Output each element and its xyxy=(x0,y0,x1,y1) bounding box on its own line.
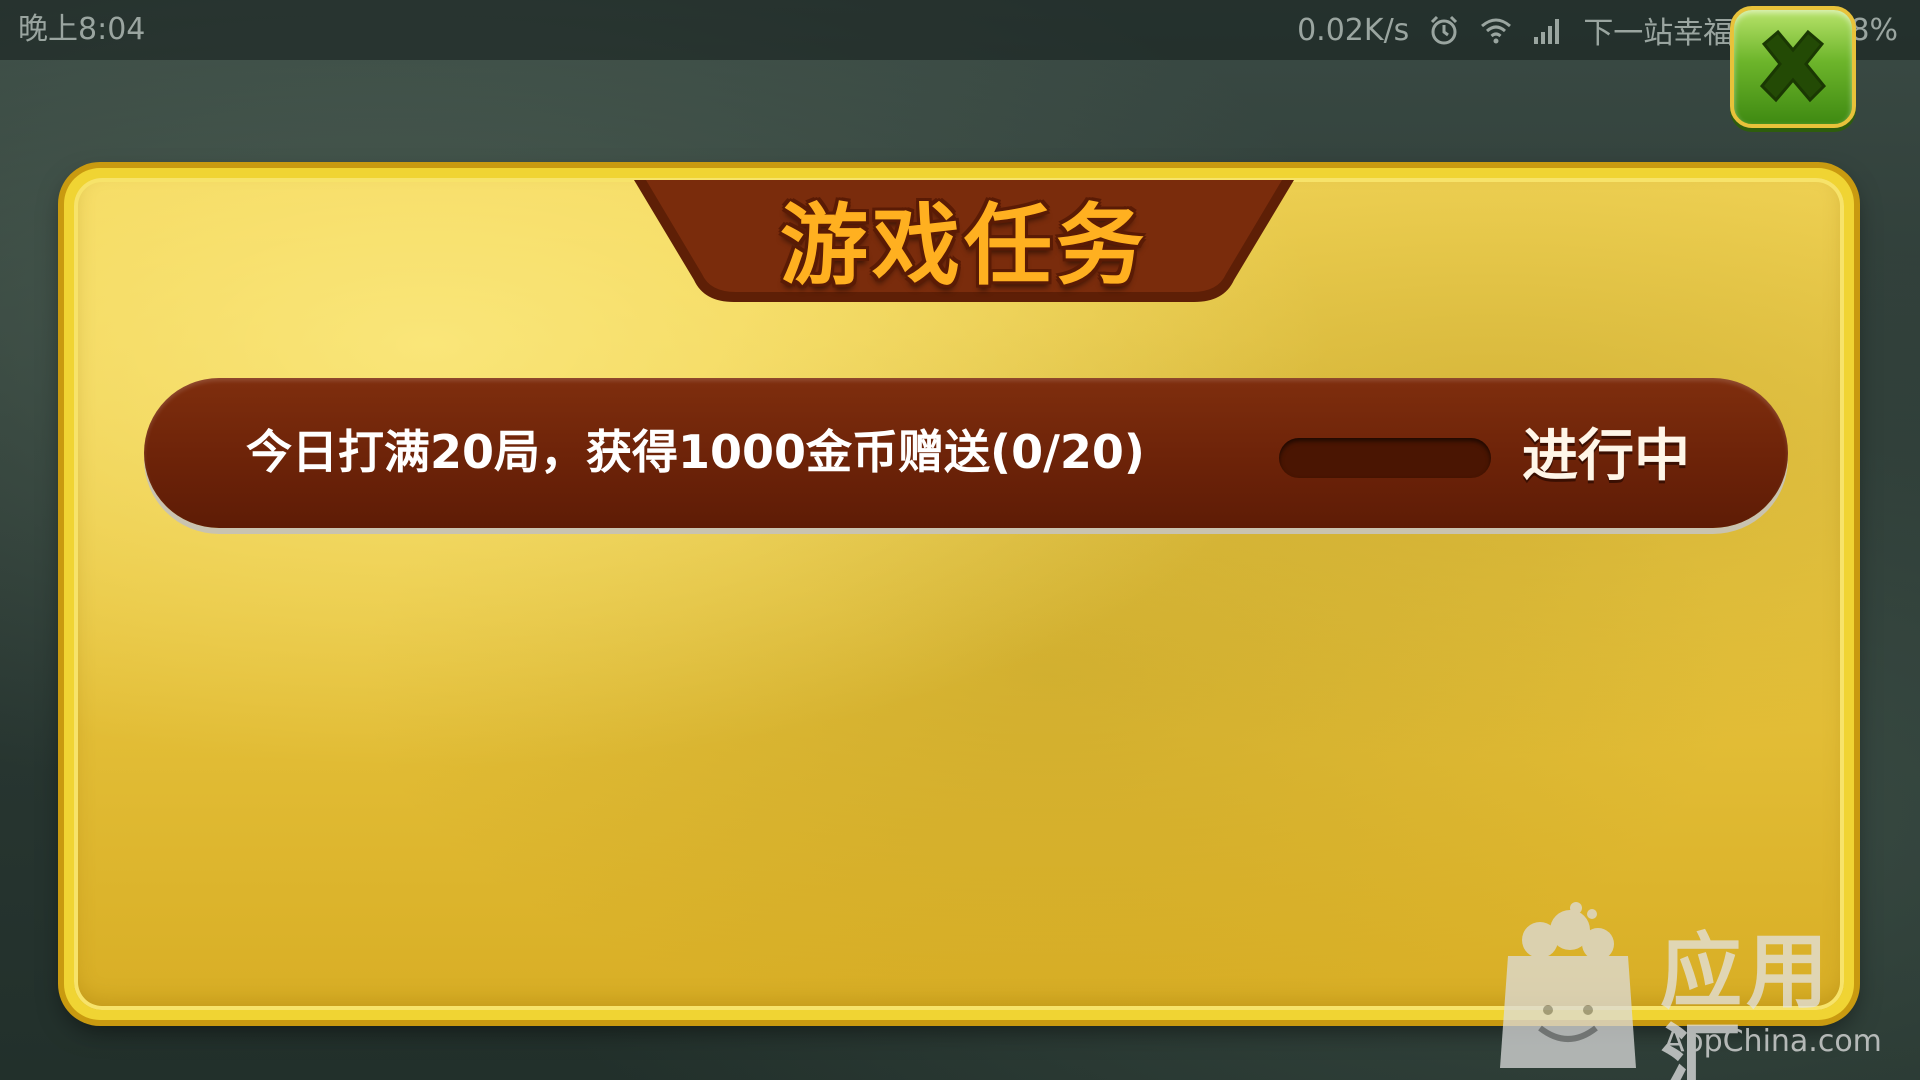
status-time: 晚上8:04 xyxy=(18,12,146,47)
close-icon xyxy=(1759,29,1827,103)
alarm-icon xyxy=(1427,13,1461,47)
dialog-title: 游戏任务 xyxy=(779,194,1148,297)
task-dialog: 游戏任务 今日打满20局，获得1000金币赠送(0/20) 进行中 xyxy=(64,168,1854,1020)
shopping-bag-logo-icon xyxy=(1500,902,1636,1068)
signal-icon xyxy=(1531,13,1565,47)
task-row: 今日打满20局，获得1000金币赠送(0/20) 进行中 xyxy=(144,378,1788,528)
network-speed: 0.02K/s xyxy=(1297,12,1410,48)
carrier-name: 下一站幸福 xyxy=(1583,16,1734,51)
status-bar: 晚上8:04 0.02K/s 下一站幸福 68% xyxy=(0,0,1920,60)
task-description: 今日打满20局，获得1000金币赠送(0/20) xyxy=(246,425,1145,479)
task-progress-bar xyxy=(1279,438,1491,478)
dialog-title-banner: 游戏任务 xyxy=(634,180,1294,320)
close-button[interactable] xyxy=(1730,6,1856,128)
game-screen: 晚上8:04 0.02K/s 下一站幸福 68% 游戏任务 今日打满20局，获得… xyxy=(0,0,1920,1080)
wifi-icon xyxy=(1479,13,1513,47)
task-status: 进行中 xyxy=(1522,424,1690,489)
appchina-watermark: 应用汇 AppChina.com xyxy=(1488,900,1908,1080)
task-dialog-body: 游戏任务 今日打满20局，获得1000金币赠送(0/20) 进行中 xyxy=(74,178,1844,1010)
watermark-url: AppChina.com xyxy=(1664,1024,1882,1059)
